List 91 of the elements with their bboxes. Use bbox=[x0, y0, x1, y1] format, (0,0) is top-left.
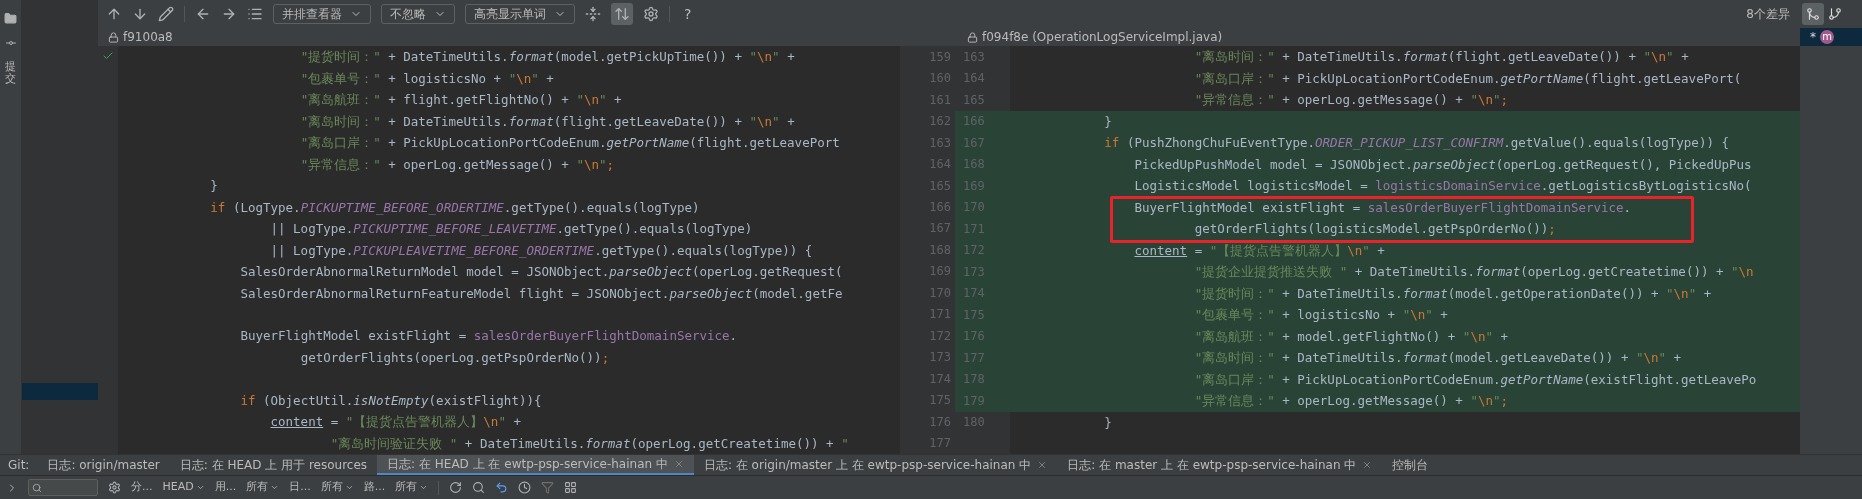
caret-icon bbox=[270, 483, 280, 492]
code-line: "离岛时间：" + DateTimeUtils.format(model.getLeaveDate()) + "\n" + bbox=[1193, 349, 1682, 367]
avatar: m bbox=[1820, 30, 1834, 44]
code-line: PickedUpPushModel model = JSONObject.parseObject(operLog.getRequest(), PickedUpPus bbox=[1133, 155, 1752, 174]
log-tab[interactable]: 日志: origin/master bbox=[37, 455, 170, 475]
code-line: "离岛口岸：" + PickUpLocationPortCodeEnum.getPortName(existFlight.getLeavePo bbox=[1193, 370, 1757, 389]
align-icon bbox=[614, 6, 630, 22]
filter-label: 路... bbox=[363, 479, 386, 496]
code-line: "异常信息：" + operLog.getMessage() + "\n"; bbox=[1193, 392, 1509, 410]
code-line: "离岛口岸：" + PickUpLocationPortCodeEnum.getPortName(flight.getLeavePort( bbox=[1193, 69, 1742, 88]
code-line: "离岛时间验证失败 " + DateTimeUtils.format(operLog.getCreatetime()) + " bbox=[329, 434, 849, 453]
close-icon[interactable] bbox=[1362, 460, 1373, 470]
sync-scroll-toggle[interactable] bbox=[611, 3, 633, 25]
list-icon[interactable] bbox=[247, 6, 263, 22]
code-line: "提货时间：" + DateTimeUtils.format(model.getPickUpTime()) + "\n" + bbox=[299, 48, 795, 66]
code-line: getOrderFlights(operLog.getPspOrderNo()); bbox=[299, 348, 610, 367]
log-tab[interactable]: 日志: 在 master 上 在 ewtp-psp-service-hainan 中 bbox=[1057, 455, 1383, 475]
filter-label: 分... bbox=[131, 479, 153, 496]
back-icon[interactable] bbox=[195, 6, 211, 22]
caret-icon bbox=[195, 483, 205, 492]
previous-difference-icon[interactable] bbox=[106, 6, 122, 22]
caret-icon bbox=[344, 483, 354, 492]
code-line: "提货时间：" + DateTimeUtils.format(model.getOperationDate()) + "\n" + bbox=[1193, 284, 1712, 303]
viewer-dropdown[interactable]: 不忽略 bbox=[381, 4, 455, 24]
code-line: "包裹单号：" + logisticsNo + "\n" + bbox=[1193, 306, 1448, 324]
caret-icon bbox=[419, 483, 429, 492]
check-icon bbox=[102, 50, 114, 62]
search-field[interactable] bbox=[28, 479, 98, 496]
layout-icon[interactable] bbox=[564, 481, 578, 494]
search-icon bbox=[32, 482, 42, 493]
code-line: if (PushZhongChuFuEventType.ORDER_PICKUP_LIST_CONFIRM.getValue().equals(logType)) { bbox=[1103, 134, 1729, 152]
modified-marker: * bbox=[1810, 29, 1816, 46]
code-line: } bbox=[1103, 413, 1112, 432]
log-tab[interactable]: 日志: 在 origin/master 上 在 ewtp-psp-service-hainan 中 bbox=[693, 455, 1058, 475]
filter-dropdown[interactable]: 所有 bbox=[246, 479, 280, 496]
forward-icon[interactable] bbox=[221, 6, 237, 22]
clock-icon[interactable] bbox=[518, 481, 532, 494]
branch-toggle[interactable] bbox=[1802, 3, 1824, 25]
refresh-icon[interactable] bbox=[449, 481, 463, 494]
settings-icon[interactable] bbox=[643, 6, 659, 22]
code-line: "离岛时间：" + DateTimeUtils.format(flight.getLeaveDate()) + "\n" + bbox=[1193, 48, 1689, 66]
viewer-dropdown[interactable]: 高亮显示单词 bbox=[465, 4, 575, 24]
settings-icon[interactable] bbox=[108, 481, 121, 494]
code-line: BuyerFlightModel existFlight = salesOrderBuyerFlightDomainService. bbox=[1133, 198, 1632, 217]
difference-count: 8个差异 bbox=[1746, 6, 1790, 23]
code-line: if (ObjectUtil.isNotEmpty(existFlight)){ bbox=[239, 391, 542, 410]
code-line: } bbox=[1103, 112, 1112, 131]
code-line: content = "【提货点告警机器人】\n" + bbox=[1133, 241, 1385, 260]
code-line: } bbox=[209, 177, 218, 195]
code-line: LogisticsModel logisticsModel = logisticsDomainService.getLogisticsBytLogisticsNo( bbox=[1133, 177, 1752, 195]
code-line: if (LogType.PICKUPTIME_BEFORE_ORDERTIME.getType().equals(logType) bbox=[209, 198, 700, 217]
code-line: "异常信息：" + operLog.getMessage() + "\n"; bbox=[299, 155, 615, 174]
code-line: "离岛航班：" + flight.getFlightNo() + "\n" + bbox=[299, 91, 622, 109]
viewer-dropdown[interactable]: 并排查看器 bbox=[273, 4, 371, 24]
code-line: SalesOrderAbnormalReturnFeatureModel flight = JSONObject.parseObject(model.getFe bbox=[239, 284, 843, 303]
code-line: "提货企业提货推送失败 " + DateTimeUtils.format(operLog.getCreatetime()) + "\n bbox=[1193, 263, 1754, 281]
code-line: BuyerFlightModel existFlight = salesOrderBuyerFlightDomainService. bbox=[239, 327, 738, 346]
next-difference-icon[interactable] bbox=[132, 6, 148, 22]
search-icon[interactable] bbox=[472, 481, 486, 494]
revision-label: f094f8e (OperationLogServiceImpl.java) bbox=[982, 29, 1223, 46]
log-tab[interactable]: 日志: 在 HEAD 上 在 ewtp-psp-service-hainan 中 bbox=[377, 455, 694, 475]
code-line: "异常信息：" + operLog.getMessage() + "\n"; bbox=[1193, 91, 1509, 109]
code-line: "离岛口岸：" + PickUpLocationPortCodeEnum.getPortName(flight.getLeavePort bbox=[299, 134, 840, 152]
filter-label: 用... bbox=[214, 479, 237, 496]
filter-label: 日... bbox=[289, 479, 311, 496]
undo-icon[interactable] bbox=[495, 481, 509, 494]
filter-dropdown[interactable]: HEAD bbox=[162, 479, 205, 496]
log-tab[interactable]: 日志: 在 HEAD 上 用于 resources bbox=[169, 455, 378, 475]
commit-tab[interactable]: 提交 bbox=[5, 61, 16, 86]
code-line: "离岛时间：" + DateTimeUtils.format(flight.getLeaveDate()) + "\n" + bbox=[299, 112, 795, 131]
code-line: getOrderFlights(logisticsModel.getPspOrderNo()); bbox=[1193, 220, 1556, 238]
branch-icon[interactable] bbox=[1828, 7, 1842, 21]
code-line: || LogType.PICKUPLEAVETIME_BEFORE_ORDERTIME.getType().equals(logType)) { bbox=[269, 241, 813, 260]
code-line: content = "【提货点告警机器人】\n" + bbox=[269, 413, 521, 431]
close-icon[interactable] bbox=[1037, 460, 1048, 470]
lock-icon bbox=[108, 31, 119, 43]
log-tab[interactable]: 控制台 bbox=[1382, 455, 1439, 475]
folder-icon[interactable] bbox=[4, 12, 17, 25]
filter-dropdown[interactable]: 所有 bbox=[395, 479, 429, 496]
code-line: "离岛航班：" + model.getFlightNo() + "\n" + bbox=[1193, 327, 1509, 346]
edit-icon[interactable] bbox=[158, 6, 174, 22]
lock-icon bbox=[967, 31, 978, 43]
help-button[interactable]: ? bbox=[680, 3, 696, 25]
git-label: Git: bbox=[7, 457, 31, 474]
revision-label: f9100a8 bbox=[123, 29, 173, 46]
code-line: || LogType.PICKUPTIME_BEFORE_LEAVETIME.getType().equals(logType) bbox=[269, 220, 753, 238]
filter-dropdown[interactable]: 所有 bbox=[320, 479, 354, 496]
collapse-icon[interactable] bbox=[585, 6, 601, 22]
merge-icon bbox=[1806, 7, 1820, 21]
code-line: "包裹单号：" + logisticsNo + "\n" + bbox=[299, 69, 554, 88]
code-line: SalesOrderAbnormalReturnModel model = JSONObject.parseObject(operLog.getRequest( bbox=[239, 263, 843, 281]
